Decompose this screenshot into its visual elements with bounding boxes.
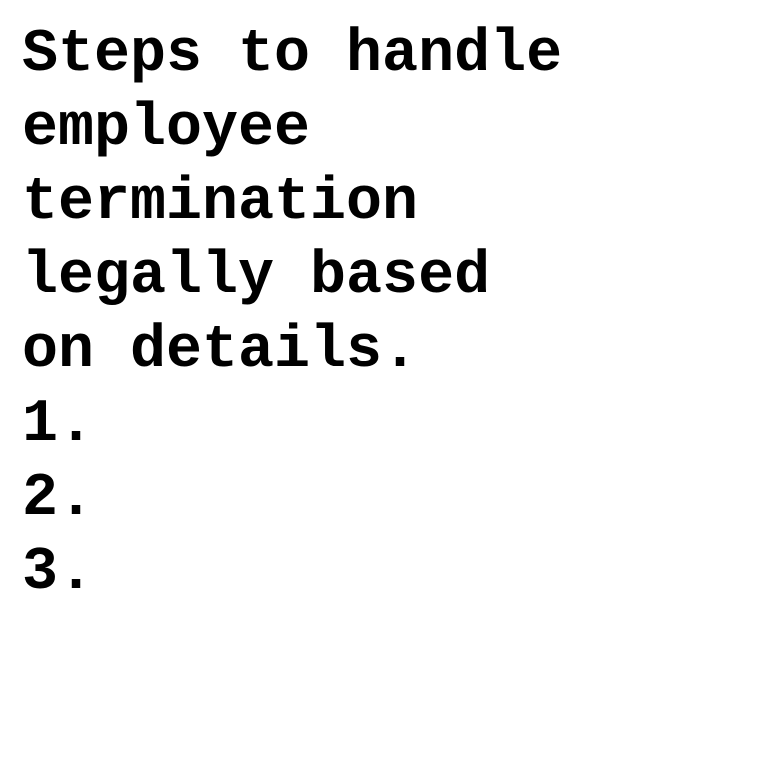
title-line-3: termination: [22, 169, 419, 237]
numbered-list: 1. 2. 3.: [22, 388, 752, 610]
title-line-5: on details.: [22, 317, 419, 385]
list-item-1: 1.: [22, 391, 95, 459]
list-item-2: 2.: [22, 465, 95, 533]
list-item-3: 3.: [22, 539, 95, 607]
document-body: Steps to handle employee termination leg…: [22, 18, 752, 610]
title-line-2: employee: [22, 95, 311, 163]
document-title: Steps to handle employee termination leg…: [22, 18, 752, 388]
title-line-1: Steps to handle: [22, 21, 563, 89]
title-line-4: legally based: [22, 243, 491, 311]
